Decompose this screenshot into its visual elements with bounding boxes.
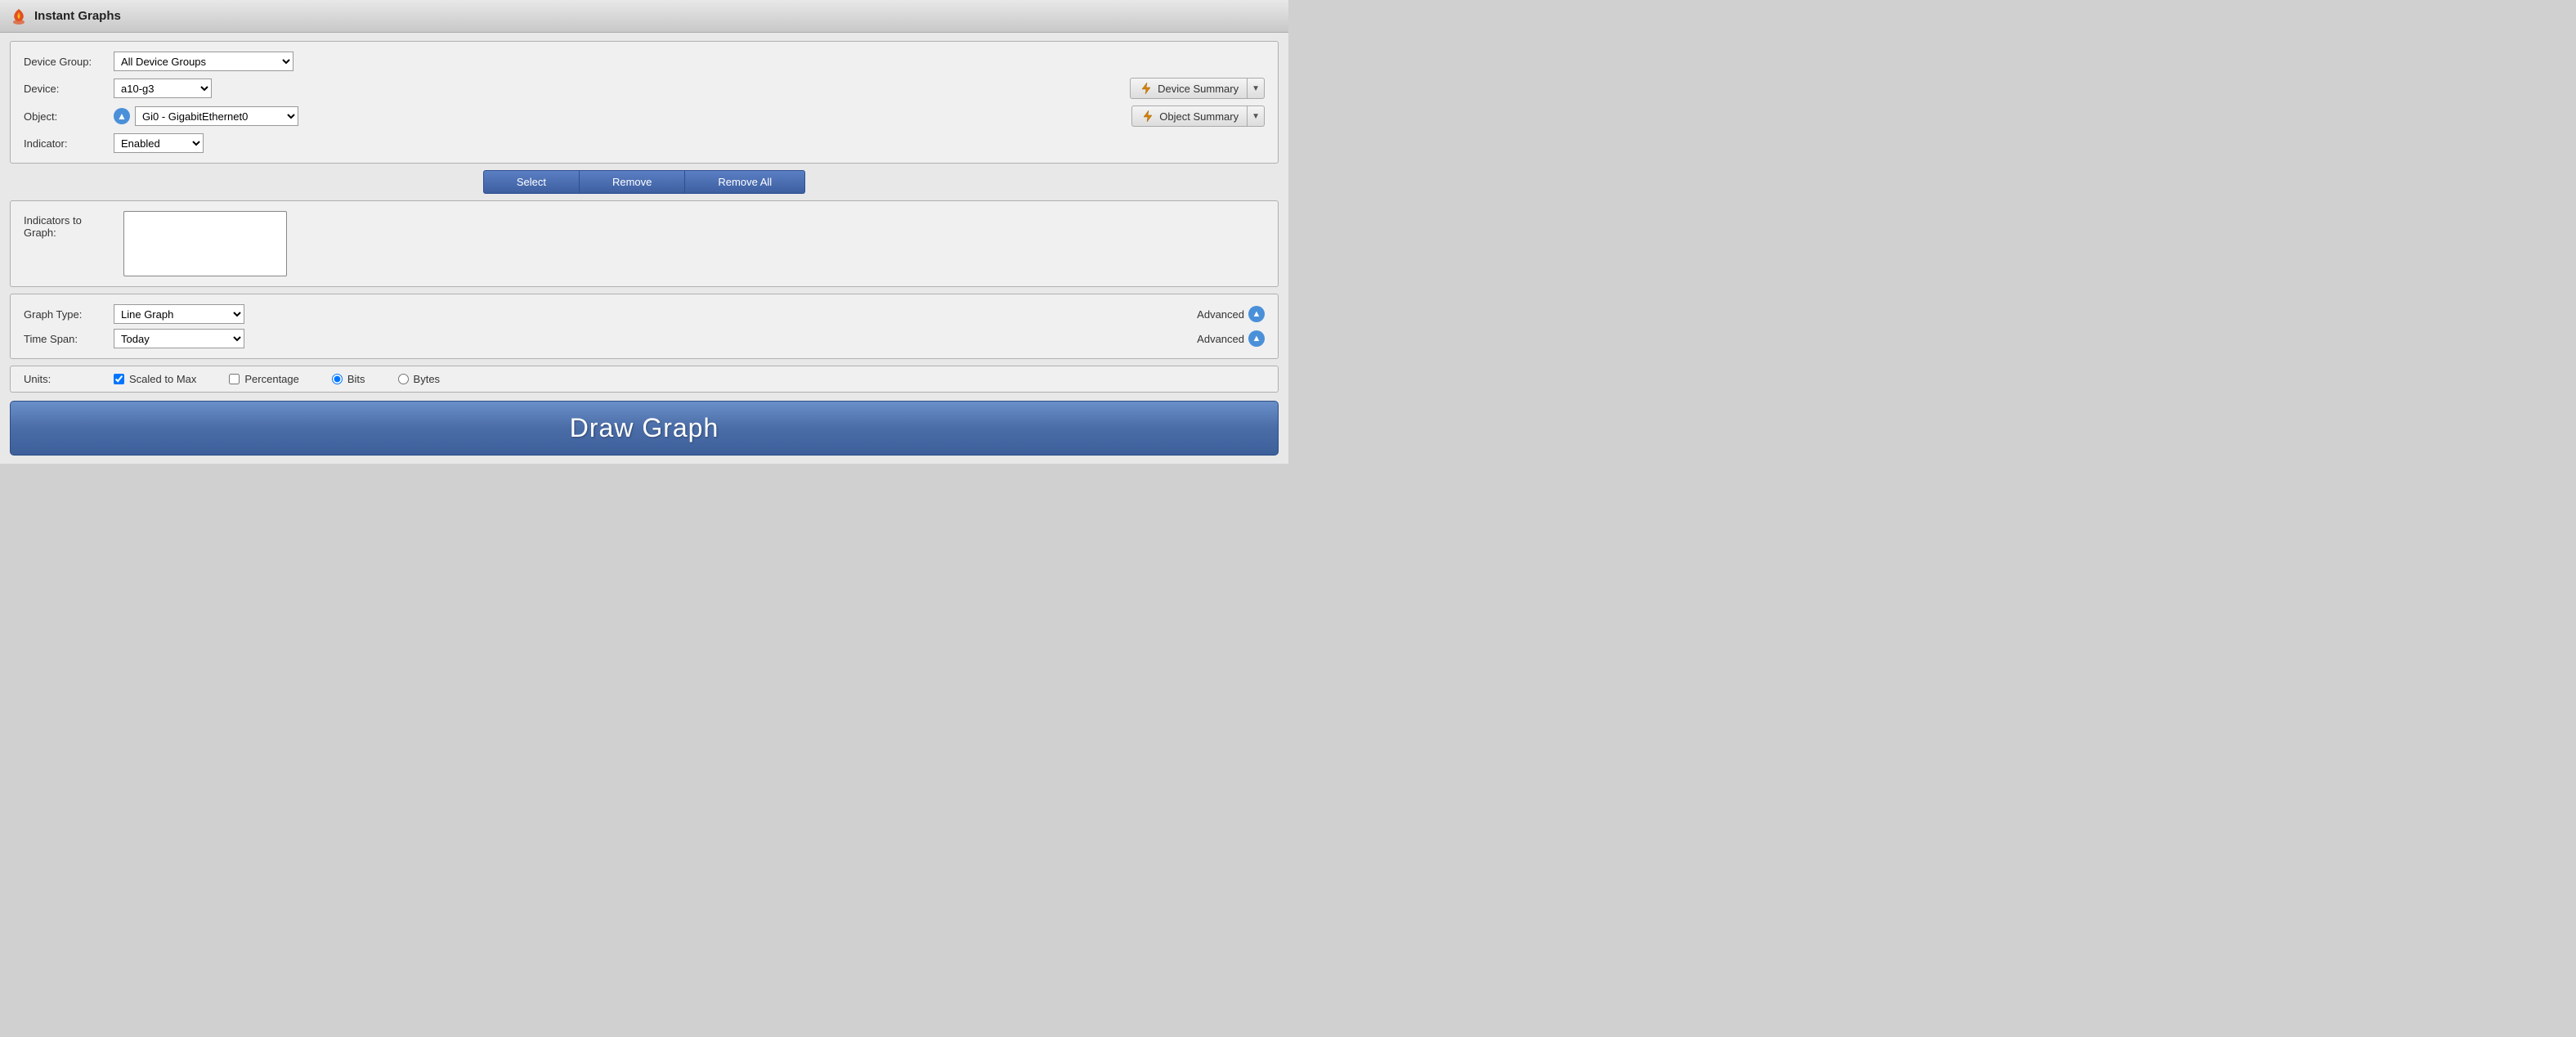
indicators-listbox[interactable] [123, 211, 287, 276]
units-percentage-label: Percentage [244, 373, 299, 385]
device-summary-icon [1139, 81, 1154, 96]
device-summary-group: Device Summary ▼ [1130, 78, 1265, 99]
app-logo-icon [10, 7, 28, 25]
device-row: Device: a10-g3 Device Summary ▼ [24, 78, 1265, 99]
graph-settings-panel: Graph Type: Line GraphBar GraphArea Grap… [10, 294, 1279, 359]
indicator-row: Indicator: Enabled [24, 133, 1265, 153]
draw-graph-button[interactable]: Draw Graph [10, 401, 1279, 456]
units-bits-label: Bits [347, 373, 365, 385]
select-button[interactable]: Select [483, 170, 580, 194]
app-header: Instant Graphs [0, 0, 1288, 33]
device-group-control: All Device Groups [114, 52, 1265, 71]
object-row: Object: ▲ Gi0 - GigabitEthernet0 Object … [24, 105, 1265, 127]
graph-type-advanced-label: Advanced [1197, 308, 1244, 321]
device-group-select[interactable]: All Device Groups [114, 52, 293, 71]
device-summary-dropdown[interactable]: ▼ [1248, 78, 1265, 99]
units-scaled-checkbox[interactable] [114, 374, 124, 384]
indicators-panel: Indicators to Graph: [10, 200, 1279, 287]
device-summary-button[interactable]: Device Summary [1130, 78, 1248, 99]
remove-button[interactable]: Remove [580, 170, 685, 194]
units-bytes-label: Bytes [414, 373, 441, 385]
device-group-label: Device Group: [24, 56, 114, 68]
object-summary-icon [1140, 109, 1155, 123]
device-summary-button-group: Device Summary ▼ [1130, 78, 1265, 99]
device-group-row: Device Group: All Device Groups [24, 52, 1265, 71]
object-summary-button[interactable]: Object Summary [1131, 105, 1248, 127]
main-content: Device Group: All Device Groups Device: … [0, 33, 1288, 464]
units-bits-radio[interactable] [332, 374, 343, 384]
action-buttons-row: Select Remove Remove All [10, 170, 1279, 194]
units-options: Scaled to Max Percentage Bits Bytes [114, 373, 1265, 385]
units-label: Units: [24, 373, 114, 385]
units-scaled-option[interactable]: Scaled to Max [114, 373, 196, 385]
units-bits-option[interactable]: Bits [332, 373, 365, 385]
graph-type-advanced-icon: ▲ [1248, 306, 1265, 322]
units-percentage-checkbox[interactable] [229, 374, 240, 384]
graph-type-advanced[interactable]: Advanced ▲ [1197, 306, 1265, 322]
object-control-area: ▲ Gi0 - GigabitEthernet0 [114, 106, 298, 126]
time-span-advanced-label: Advanced [1197, 333, 1244, 345]
device-select[interactable]: a10-g3 [114, 79, 212, 98]
object-summary-button-group: Object Summary ▼ [1131, 105, 1265, 127]
units-panel: Units: Scaled to Max Percentage Bits Byt… [10, 366, 1279, 393]
time-span-advanced[interactable]: Advanced ▲ [1197, 330, 1265, 347]
remove-all-button[interactable]: Remove All [685, 170, 805, 194]
units-percentage-option[interactable]: Percentage [229, 373, 299, 385]
indicator-label: Indicator: [24, 137, 114, 150]
graph-type-label: Graph Type: [24, 308, 114, 321]
object-info-icon[interactable]: ▲ [114, 108, 130, 124]
device-summary-label: Device Summary [1158, 83, 1239, 95]
object-label: Object: [24, 110, 114, 123]
indicator-control: Enabled [114, 133, 1265, 153]
units-scaled-label: Scaled to Max [129, 373, 196, 385]
time-span-select[interactable]: TodayYesterdayLast 7 DaysLast 30 Days [114, 329, 244, 348]
device-control: a10-g3 [114, 79, 1130, 98]
object-summary-dropdown[interactable]: ▼ [1248, 105, 1265, 127]
graph-type-row: Graph Type: Line GraphBar GraphArea Grap… [24, 304, 1265, 324]
object-summary-group: Object Summary ▼ [1131, 105, 1265, 127]
units-bytes-radio[interactable] [398, 374, 409, 384]
object-select[interactable]: Gi0 - GigabitEthernet0 [135, 106, 298, 126]
time-span-row: Time Span: TodayYesterdayLast 7 DaysLast… [24, 329, 1265, 348]
indicators-label: Indicators to Graph: [24, 211, 114, 239]
graph-type-select[interactable]: Line GraphBar GraphArea Graph [114, 304, 244, 324]
device-label: Device: [24, 83, 114, 95]
form-panel: Device Group: All Device Groups Device: … [10, 41, 1279, 164]
object-summary-label: Object Summary [1159, 110, 1239, 123]
app-title: Instant Graphs [34, 9, 121, 23]
time-span-label: Time Span: [24, 333, 114, 345]
indicator-select[interactable]: Enabled [114, 133, 204, 153]
units-bytes-option[interactable]: Bytes [398, 373, 441, 385]
time-span-advanced-icon: ▲ [1248, 330, 1265, 347]
